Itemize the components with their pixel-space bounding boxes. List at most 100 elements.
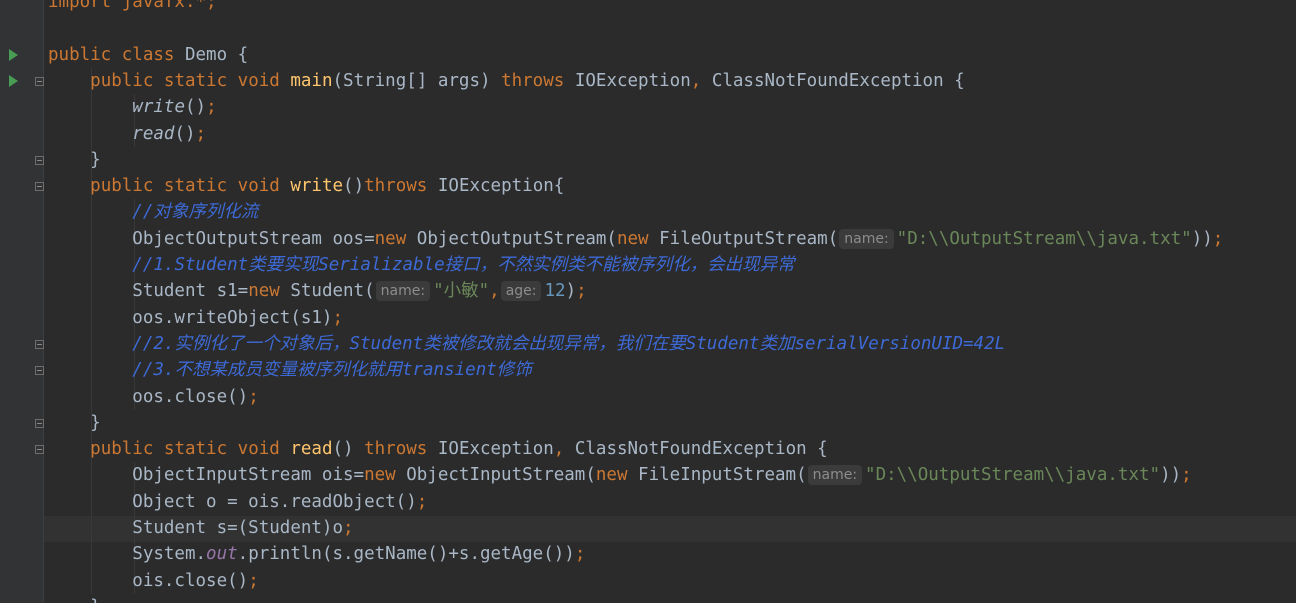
code-token: IOException [437, 439, 554, 460]
code-token: ; [1181, 465, 1192, 486]
code-token: (String[] args) [332, 70, 502, 91]
code-token: ; [574, 544, 586, 565]
code-token: ; [576, 281, 587, 302]
code-line[interactable]: write(); [48, 94, 217, 120]
code-token: () [174, 123, 196, 144]
code-token: //3.不想某成员变量被序列化就用transient修饰 [132, 360, 532, 381]
code-token: public static void [90, 70, 291, 91]
code-token: , [690, 70, 712, 91]
code-token: Student s=(Student)o [48, 518, 344, 538]
code-line[interactable]: } [48, 594, 101, 603]
code-token: () [184, 97, 207, 118]
code-line[interactable]: Student s=(Student)o; [48, 515, 354, 541]
run-gutter-icon[interactable] [9, 74, 18, 87]
code-token: //对象序列化流 [132, 202, 259, 223]
fold-marker-icon[interactable] [35, 76, 44, 86]
code-token: ObjectOutputStream( [416, 228, 617, 249]
code-token: read [290, 439, 333, 460]
code-line[interactable]: Student s1=new Student(name: "小敏", age: 12)… [48, 278, 587, 304]
code-token: )) [1160, 465, 1182, 486]
code-line[interactable]: //1.Student类要实现Serializable接口，不然实例类不能被序列… [48, 252, 795, 278]
code-line[interactable]: read(); [48, 121, 206, 147]
code-token: ; [343, 518, 354, 538]
code-token: throws [364, 439, 438, 460]
code-token: public static void [90, 176, 291, 197]
code-token: main [290, 70, 333, 91]
code-token: ObjectInputStream( [406, 465, 596, 486]
code-line[interactable]: public class Demo { [48, 42, 248, 68]
code-token: FileOutputStream( [659, 228, 839, 249]
code-token: new [616, 228, 660, 249]
code-token: public class [48, 44, 185, 65]
code-token: throws [364, 176, 438, 197]
code-token: write [290, 176, 344, 197]
parameter-hint: name: [375, 281, 431, 302]
code-token: //1.Student类要实现Serializable接口，不然实例类不能被序列… [132, 255, 795, 275]
fold-marker-icon[interactable] [35, 445, 44, 455]
parameter-hint: name: [839, 228, 894, 249]
code-token: ; [206, 97, 217, 118]
code-token: IOException [574, 70, 691, 91]
code-token: } [48, 597, 101, 603]
code-token: System. [48, 544, 207, 565]
parameter-hint: name: [807, 465, 863, 486]
fold-marker-icon[interactable] [35, 418, 44, 428]
code-token: //2.实例化了一个对象后，Student类被修改就会出现异常，我们在要Stud… [132, 333, 1006, 354]
code-line[interactable]: public static void read() throws IOExcep… [48, 436, 828, 462]
fold-marker-icon[interactable] [35, 366, 44, 376]
code-token: "D:\\OutputStream\\java.txt" [896, 228, 1192, 249]
code-token: oos.close() [48, 386, 249, 407]
code-line[interactable]: } [48, 410, 101, 436]
code-token: import javafx.*; [48, 0, 217, 12]
code-token: ObjectInputStream ois= [48, 465, 365, 486]
code-token: throws [501, 70, 575, 91]
fold-marker-icon[interactable] [35, 155, 44, 165]
code-line[interactable]: oos.close(); [48, 384, 259, 410]
run-gutter-icon[interactable] [9, 48, 18, 61]
code-token: Demo { [184, 44, 249, 65]
code-token: ClassNotFoundException { [574, 439, 828, 460]
code-line[interactable]: ois.close(); [48, 568, 259, 594]
code-token: oos.writeObject(s1) [48, 307, 333, 328]
code-token: new [364, 465, 407, 486]
code-token: IOException{ [437, 176, 565, 197]
code-area[interactable]: import javafx.*; public class Demo { publ… [44, 0, 1296, 603]
code-token: ObjectOutputStream oos= [48, 228, 375, 249]
code-token: ; [248, 570, 259, 591]
code-line[interactable]: //对象序列化流 [48, 199, 258, 225]
code-token: ) [565, 281, 577, 302]
code-line[interactable]: import javafx.*; [48, 0, 217, 15]
code-token: 12 [544, 281, 566, 302]
code-line[interactable]: public static void write()throws IOExcep… [48, 173, 564, 199]
code-token: () [332, 439, 365, 460]
code-line[interactable]: public static void main(String[] args) t… [48, 68, 965, 94]
code-token: ; [416, 491, 428, 512]
code-token: write [132, 97, 185, 118]
editor-gutter [0, 0, 43, 603]
code-token: , [553, 439, 575, 460]
code-line[interactable]: Object o = ois.readObject(); [48, 489, 427, 515]
code-editor[interactable]: import javafx.*; public class Demo { publ… [0, 0, 1296, 603]
code-line[interactable]: oos.writeObject(s1); [48, 305, 343, 331]
code-token: public static void [90, 439, 291, 460]
parameter-hint: age: [500, 281, 542, 302]
code-token: Object o = ois.readObject() [48, 491, 417, 512]
code-line[interactable]: } [48, 147, 101, 173]
code-line[interactable]: ObjectOutputStream oos=new ObjectOutputS… [48, 226, 1223, 252]
code-line[interactable]: //2.实例化了一个对象后，Student类被修改就会出现异常，我们在要Stud… [48, 331, 1005, 357]
code-line[interactable]: ObjectInputStream ois=new ObjectInputStr… [48, 462, 1192, 488]
code-token: ; [248, 386, 259, 407]
code-token: } [48, 149, 101, 170]
code-token: () [343, 176, 365, 197]
code-token: new [374, 228, 417, 249]
code-line[interactable]: System.out.println(s.getName()+s.getAge(… [48, 541, 585, 567]
code-token: new [595, 465, 639, 486]
code-token: ; [195, 123, 207, 144]
fold-marker-icon[interactable] [35, 339, 44, 349]
code-line[interactable]: //3.不想某成员变量被序列化就用transient修饰 [48, 357, 532, 383]
fold-marker-icon[interactable] [35, 182, 44, 192]
